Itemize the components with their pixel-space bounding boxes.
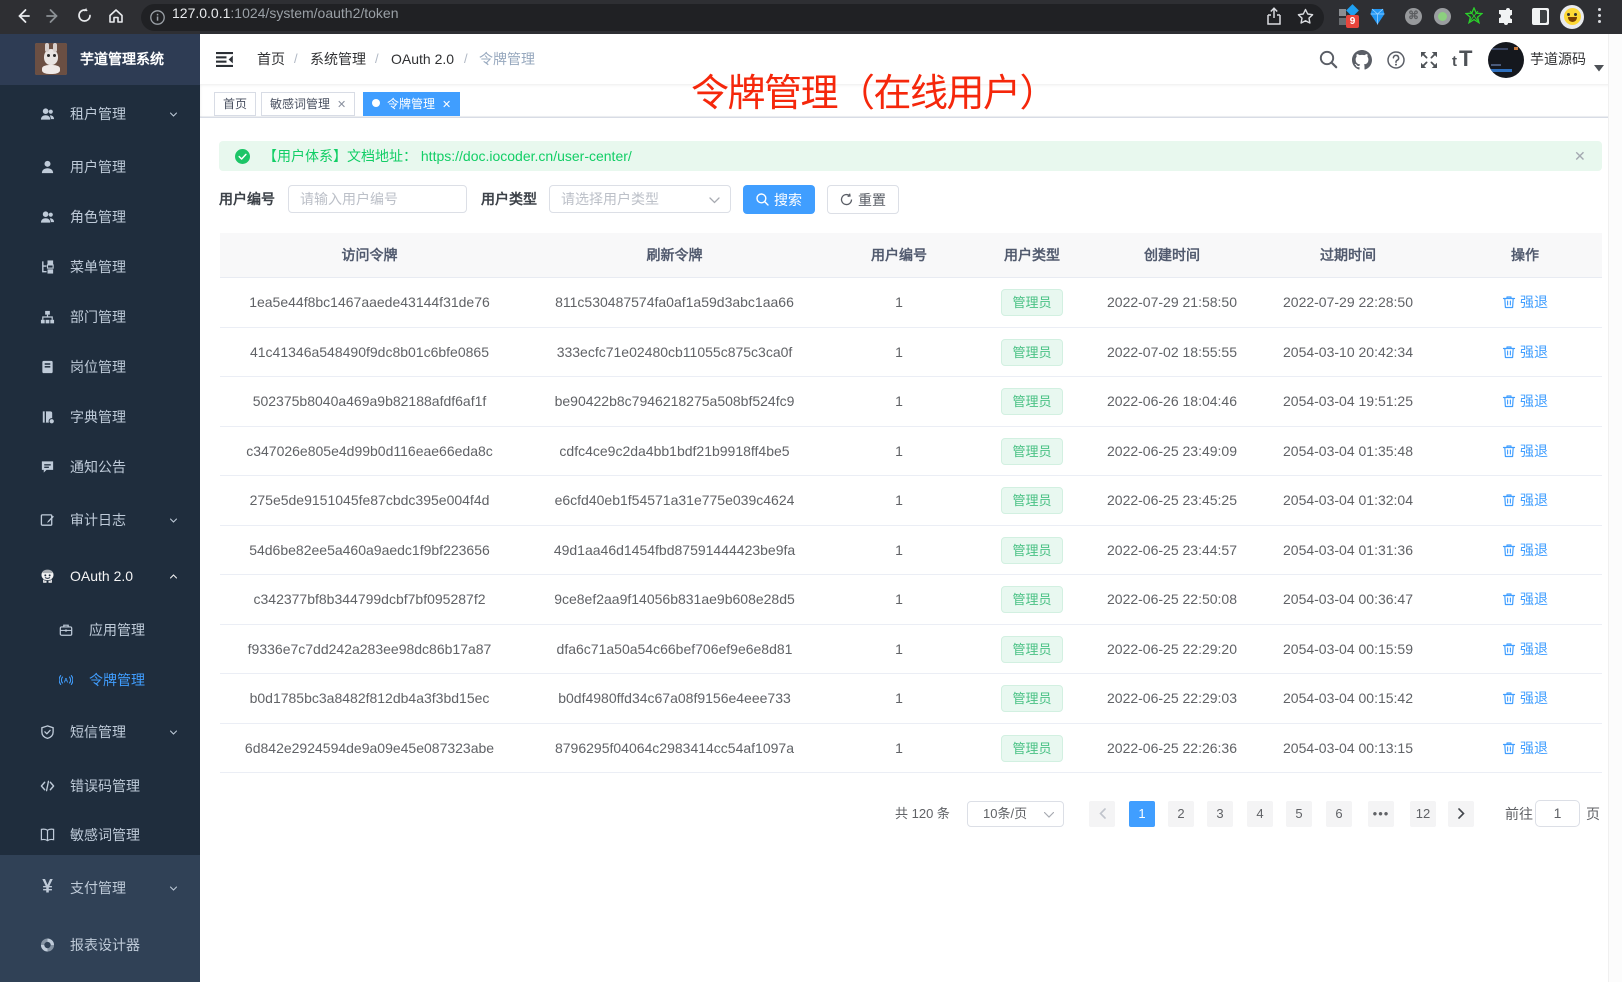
svg-text:A: A (64, 677, 69, 684)
